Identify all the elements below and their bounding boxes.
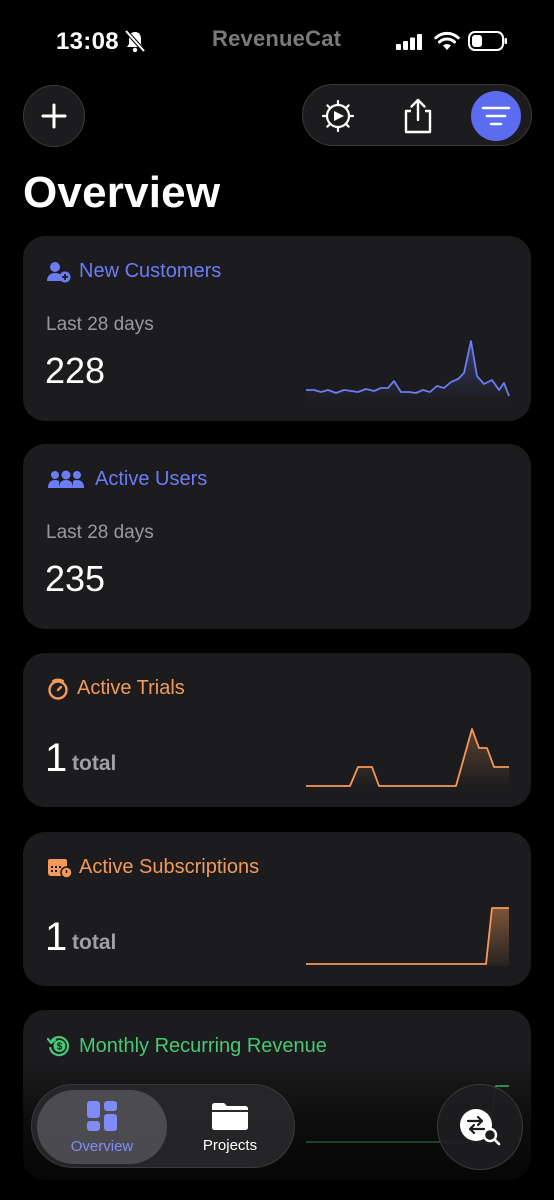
- card-header: $ Monthly Recurring Revenue: [47, 1034, 327, 1058]
- card-header: Active Subscriptions: [47, 856, 259, 879]
- card-period: Last 28 days: [46, 314, 154, 335]
- folder-icon: [212, 1102, 248, 1130]
- add-person-icon: [47, 261, 71, 282]
- status-bar: 13:08 RevenueCat: [0, 0, 554, 80]
- toolbar: [302, 84, 532, 146]
- card-value: 235: [45, 558, 106, 599]
- share-button[interactable]: [393, 91, 443, 141]
- active-subscriptions-card[interactable]: Active Subscriptions 1 total: [23, 832, 531, 986]
- people-icon: [48, 470, 84, 488]
- card-title: Active Trials: [77, 677, 185, 699]
- card-header: Active Users: [47, 468, 207, 491]
- card-value: 1: [45, 915, 68, 959]
- signal-icon: [396, 34, 422, 50]
- svg-text:$: $: [57, 1042, 63, 1053]
- card-unit: total: [72, 752, 117, 775]
- new-customers-card[interactable]: New Customers Last 28 days 228: [23, 236, 531, 421]
- timer-icon: [48, 678, 68, 700]
- card-unit: total: [72, 931, 117, 954]
- tab-bar: Overview Projects: [31, 1084, 295, 1168]
- tab-label: Projects: [202, 1136, 258, 1154]
- filter-lines-icon: [481, 106, 511, 126]
- card-period: Last 28 days: [46, 522, 154, 543]
- add-button[interactable]: [23, 85, 85, 147]
- status-time: 13:08: [56, 28, 119, 55]
- card-title: Monthly Recurring Revenue: [79, 1034, 327, 1057]
- search-transfer-icon: [460, 1109, 501, 1146]
- tab-label: Overview: [70, 1137, 134, 1155]
- tab-overview[interactable]: Overview: [37, 1090, 167, 1164]
- dashboard-grid-icon: [87, 1100, 117, 1131]
- wifi-icon: [434, 31, 460, 50]
- screen: 13:08 RevenueCat Overview New Customers …: [0, 0, 554, 1200]
- dollar-refresh-icon: $: [47, 1036, 70, 1057]
- new-customers-sparkline: [306, 340, 510, 402]
- active-trials-card[interactable]: Active Trials 1 total: [23, 653, 531, 807]
- active-subscriptions-sparkline: [306, 907, 509, 966]
- gear-icon: [321, 99, 355, 133]
- search-button[interactable]: [437, 1084, 523, 1170]
- card-header: Active Trials: [47, 677, 185, 700]
- calendar-badge-icon: [48, 858, 73, 879]
- active-trials-sparkline: [306, 728, 509, 787]
- card-value: 228: [45, 350, 106, 391]
- page-title: Overview: [23, 168, 221, 217]
- active-users-card[interactable]: Active Users Last 28 days 235: [23, 444, 531, 629]
- battery-icon: [468, 31, 507, 51]
- settings-button[interactable]: [313, 91, 363, 141]
- app-brand-logo: RevenueCat: [212, 26, 342, 51]
- filter-button[interactable]: [471, 91, 521, 141]
- card-title: Active Users: [95, 468, 208, 490]
- card-title: New Customers: [79, 260, 222, 282]
- card-header: New Customers: [47, 260, 221, 283]
- card-value: 1: [45, 736, 68, 780]
- tab-projects[interactable]: Projects: [170, 1090, 290, 1164]
- share-icon: [404, 98, 432, 134]
- card-title: Active Subscriptions: [79, 856, 260, 878]
- plus-icon: [41, 103, 67, 129]
- bell-off-icon: [124, 29, 146, 53]
